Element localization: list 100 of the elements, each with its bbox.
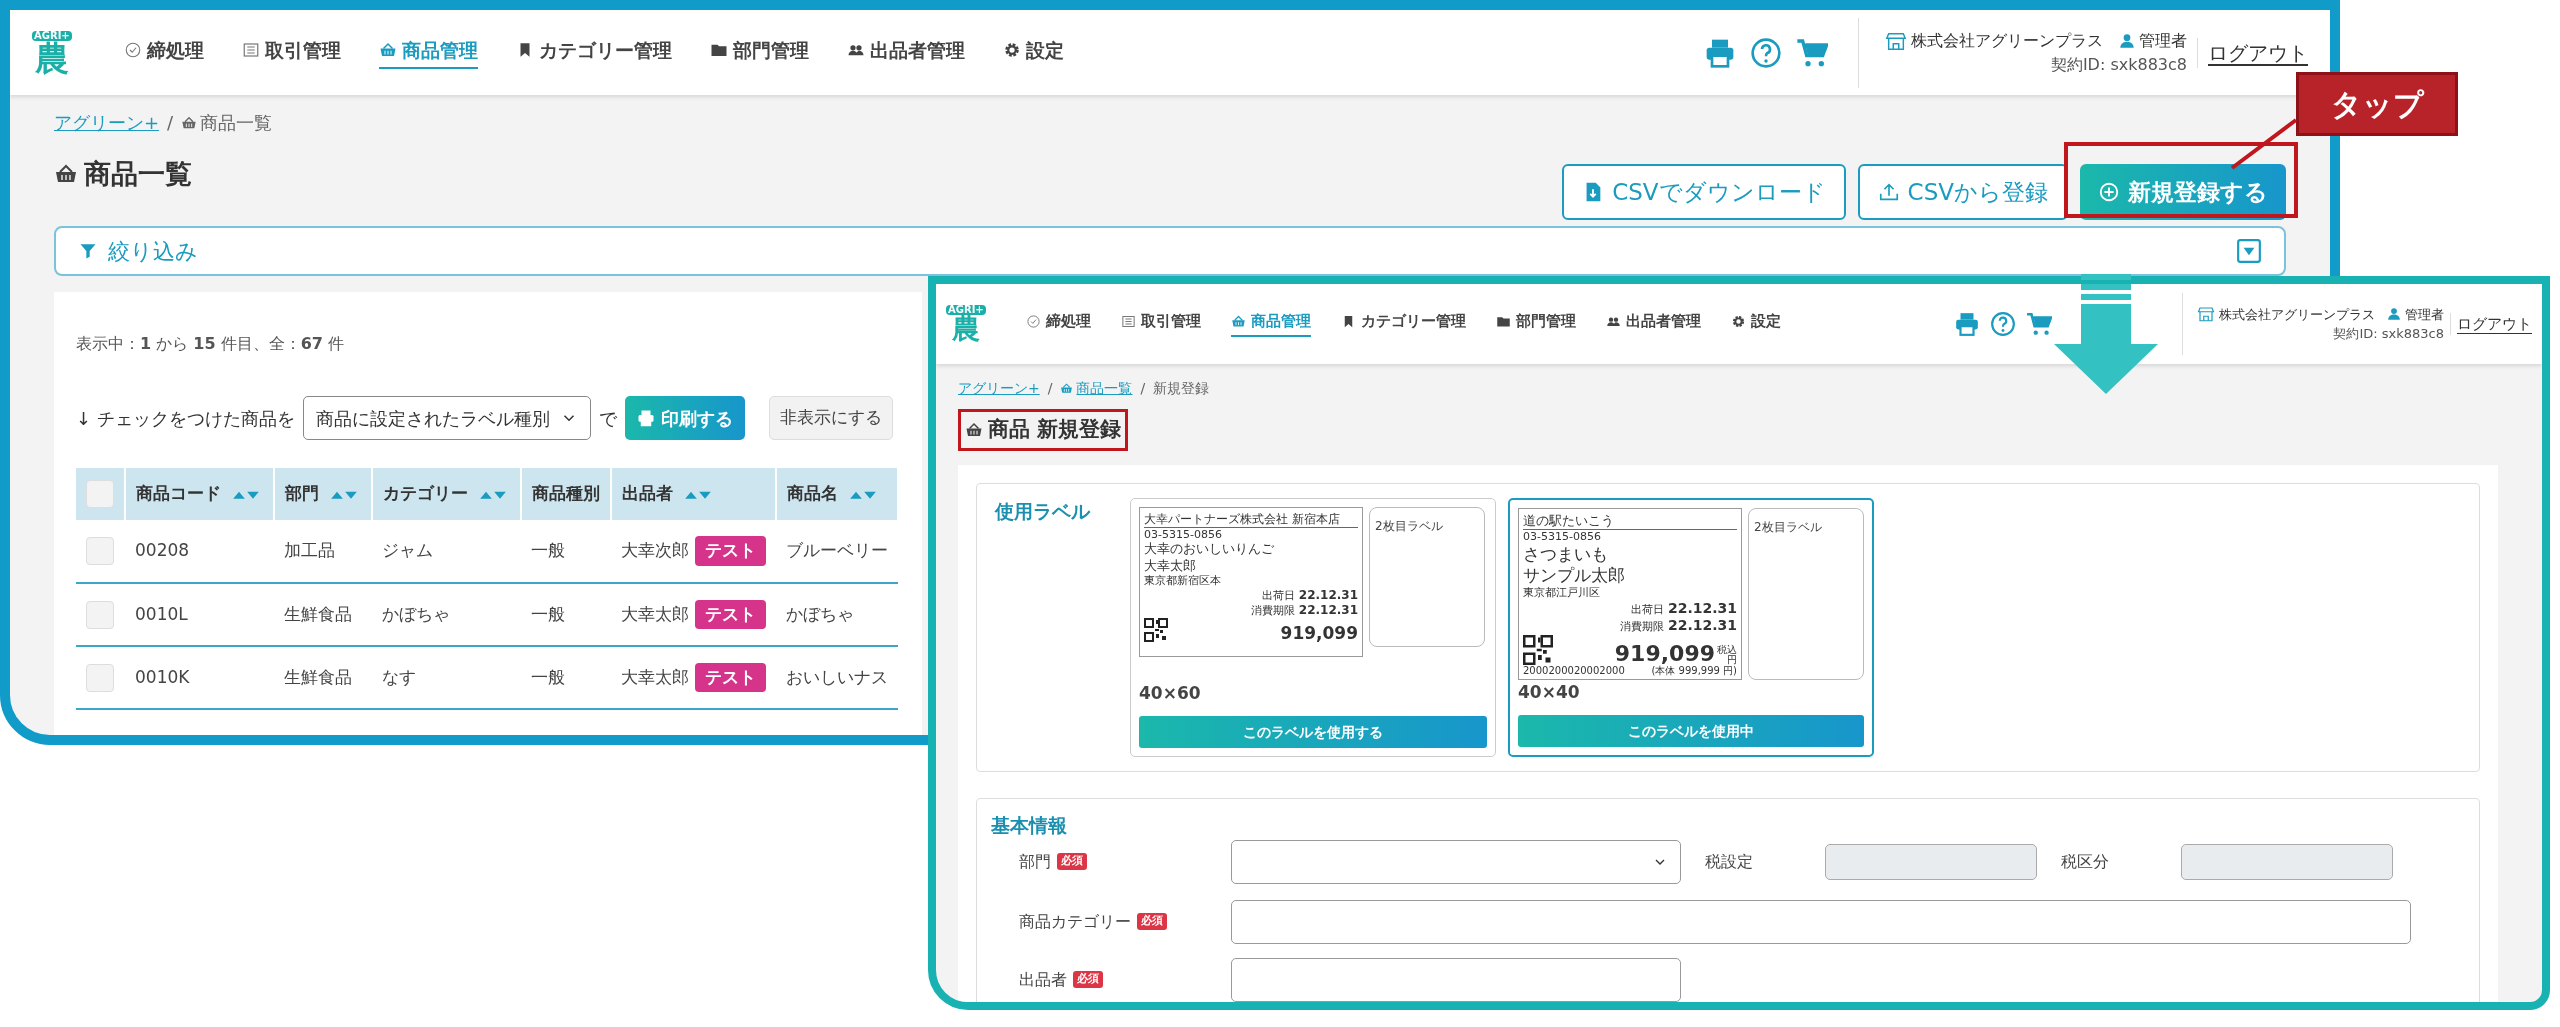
preview-text: 03-5315-0856 [1144,527,1223,542]
basket-icon [181,114,198,131]
row-checkbox[interactable] [86,663,114,692]
label-type-select[interactable]: 商品に設定されたラベル種別 [302,396,591,440]
hide-button[interactable]: 非表示にする [768,396,893,440]
printer-icon[interactable] [636,409,655,427]
breadcrumb-separator: / [167,111,174,135]
field-label: 商品カテゴリー [1019,910,1131,933]
breadcrumb-current: 商品一覧 [200,111,273,135]
nav-tab[interactable]: 部門管理 [709,35,809,70]
preview-text: 消費期限 [1619,620,1664,634]
test-tag: テスト [695,536,766,566]
user-role: 管理者 [2139,29,2187,52]
table-cell: 生鮮食品 [284,666,352,687]
bulk-action-suffix: で [598,406,617,431]
test-tag: テスト [695,599,766,630]
nav-tab[interactable]: カテゴリー管理 [515,35,672,70]
nav-tab[interactable]: 締処理 [123,35,204,70]
breadcrumb-separator: / [1140,379,1146,398]
preview-text: 税込 [1717,644,1737,655]
callout-label: タップ [2296,72,2458,136]
label-card[interactable]: 大幸パートナーズ株式会社 新宿本店 03-5315-0856 大幸のおいしいりんご 大幸太郎 東京都新宿区本 出荷日 22.12.31 消費期限 22.12.31 919,099 2枚目ラベル 40×60 このラベルを使用する [1130,497,1496,757]
field-label: 税設定 [1705,850,1754,873]
table-cell: 00208 [135,540,190,561]
upload-icon [1877,181,1900,203]
nav-tab[interactable]: 締処理 [1025,310,1091,338]
folder-icon [1495,314,1511,329]
required-badge: 必須 [1057,853,1087,870]
preview-text: 2枚目ラベル [1375,518,1443,533]
leader-line [2230,118,2298,170]
plus-circle-icon [2098,181,2120,203]
row-checkbox[interactable] [86,600,114,629]
user-icon [2119,32,2135,49]
column-header[interactable]: 出品者 [622,481,715,507]
list-icon [1120,314,1136,329]
cart-icon[interactable] [1796,36,1828,69]
preview-text: 03-5315-0856 [1523,529,1602,544]
breadcrumb-separator: / [1047,379,1053,398]
preview-text: 大幸パートナーズ株式会社 新宿本店 [1144,511,1358,528]
preview-text: 22.12.31 [1667,617,1737,635]
table-cell: おいしいナス [786,666,888,687]
nav-tab[interactable]: 設定 [1730,310,1781,338]
category-field[interactable] [1231,899,2411,944]
breadcrumb-current: 新規登録 [1153,379,1210,398]
preview-text: 道の駅たいこう [1523,512,1737,530]
contract-id: 契約ID: sxk883c8 [2050,53,2187,76]
preview-text: 919,099 [1280,624,1358,642]
settings-icon [1002,41,1021,59]
list-icon [241,41,260,59]
store-icon [2197,305,2215,324]
page-title: 商品 新規登録 [988,416,1122,443]
company-name: 株式会社アグリーンプラス [1911,29,2103,52]
select-all-checkbox[interactable] [86,480,114,508]
basket-icon [965,420,983,439]
field-label: 税区分 [2061,850,2110,873]
preview-text: 東京都新宿区本 [1144,573,1222,588]
collapse-toggle-icon[interactable] [2236,238,2262,264]
filter-label: 絞り込み [108,237,198,266]
nav-tab[interactable]: 出品者管理 [846,35,965,70]
seller-field[interactable] [1231,957,1681,1002]
preview-text: 22.12.31 [1667,599,1737,618]
preview-text: 円 [1727,654,1737,665]
label-size: 40×40 [1518,680,1581,704]
basket-icon [1060,382,1074,395]
column-header[interactable]: カテゴリー [383,481,510,507]
cart-icon[interactable] [2026,311,2052,337]
printer-icon[interactable] [1954,311,1980,337]
preview-text: 出荷日 [1630,602,1664,617]
page-title: 商品一覧 [84,157,192,191]
nav-tab[interactable]: 取引管理 [1120,310,1201,338]
department-select[interactable] [1231,839,1681,884]
table-cell: 一般 [531,666,565,687]
required-badge: 必須 [1137,913,1167,930]
column-header[interactable]: 商品名 [787,481,880,507]
table-cell-text: 大幸太郎 [621,602,689,626]
nav-tab[interactable]: 設定 [1002,35,1064,70]
company-name: 株式会社アグリーンプラス [2219,305,2375,324]
settings-icon [1730,314,1746,329]
field-label: 部門 [1019,850,1051,873]
logout-link[interactable]: ログアウト [2197,37,2308,68]
table-cell: かぼちゃ [382,603,450,624]
preview-text: 出荷日 [1261,588,1295,603]
nav-tab[interactable]: 部門管理 [1495,310,1576,338]
preview-text: サンプル太郎 [1523,564,1626,586]
section-heading: 使用ラベル [995,498,1090,524]
section-heading: 基本情報 [991,814,1067,836]
logout-link[interactable]: ログアウト [2450,312,2532,336]
check-circle-icon [1025,314,1041,329]
column-header[interactable]: 部門 [285,481,361,507]
nav-tab[interactable]: 取引管理 [241,35,341,70]
table-cell: なす [382,666,416,687]
column-header[interactable]: 商品コード [136,481,263,507]
help-icon[interactable] [1990,311,2016,337]
basket-icon [378,41,397,59]
nav-tab[interactable]: 出品者管理 [1605,310,1701,338]
row-checkbox[interactable] [86,537,114,565]
help-icon[interactable] [1750,36,1782,69]
label-size: 40×60 [1139,681,1202,705]
nav-tab[interactable]: カテゴリー管理 [1340,310,1466,338]
table-cell: 加工品 [284,540,335,561]
